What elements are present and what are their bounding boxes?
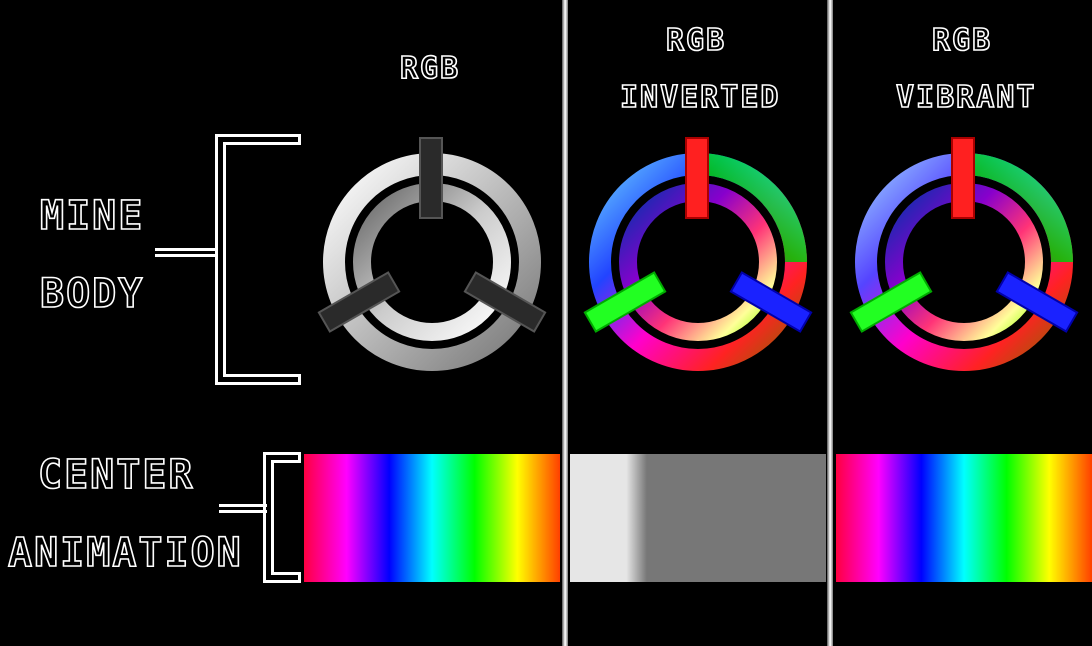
center-label: CENTER [37, 452, 195, 498]
divider-1 [562, 0, 568, 646]
col3-subtitle: VIBRANT [895, 80, 1037, 115]
center-strip-vibrant [836, 454, 1092, 582]
col1-title: RGB [399, 51, 461, 86]
divider-2 [827, 0, 833, 646]
animation-label: ANIMATION [7, 530, 243, 576]
center-strip-inverted [570, 454, 826, 582]
col2-title: RGB [665, 23, 727, 58]
body-label: BODY [39, 271, 145, 317]
mine-body-rgb [317, 137, 547, 371]
mine-label: MINE [39, 193, 145, 239]
col2-subtitle: INVERTED [619, 80, 781, 115]
col3-title: RGB [931, 23, 993, 58]
center-strip-rgb [304, 454, 560, 582]
mine-body-vibrant [849, 137, 1079, 371]
mine-body-inverted [583, 137, 813, 371]
